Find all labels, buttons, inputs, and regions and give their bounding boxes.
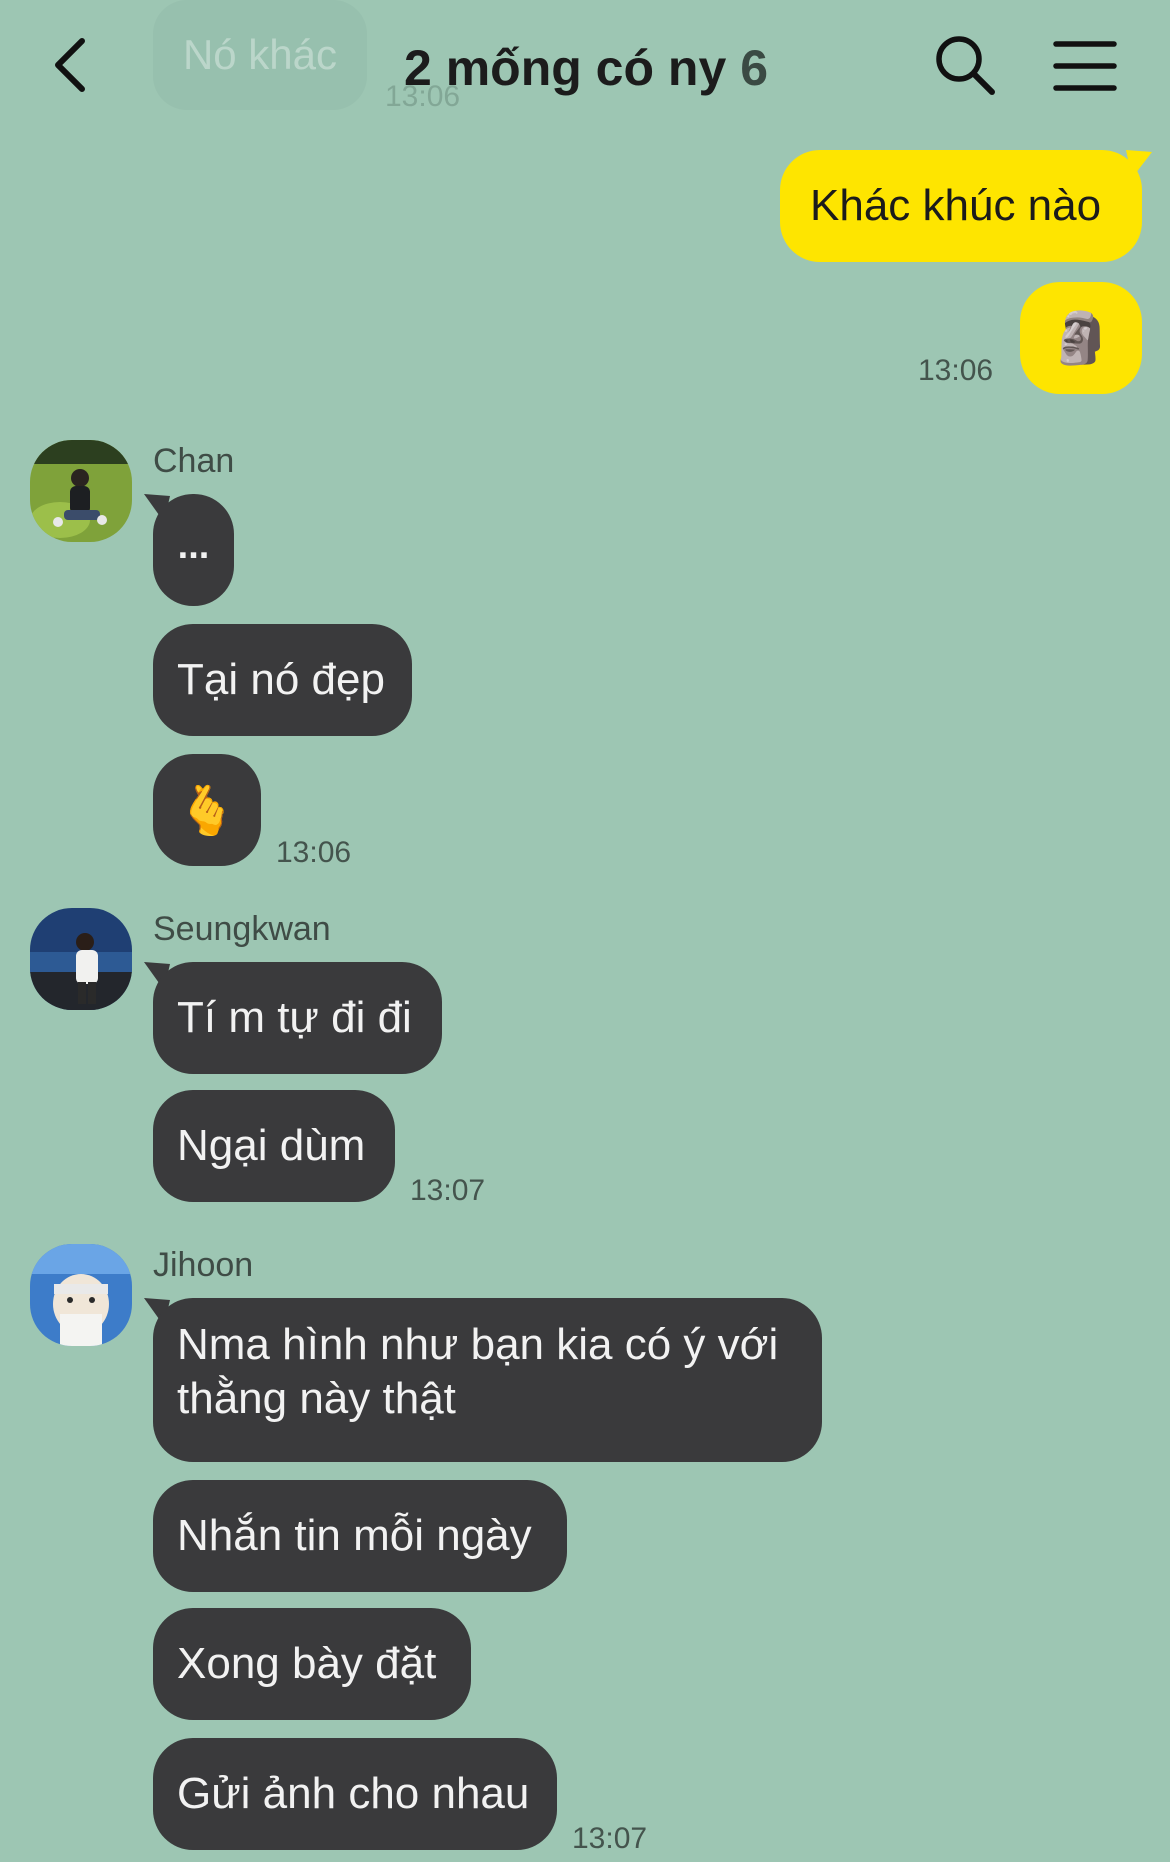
menu-button[interactable] — [1052, 36, 1118, 96]
my-emoji-bubble[interactable]: 🗿 — [1020, 282, 1142, 394]
moai-emoji: 🗿 — [1049, 309, 1113, 366]
chat-title-text: 2 mống có ny — [404, 40, 727, 96]
jihoon-message-text-3: Xong bày đặt — [177, 1639, 437, 1688]
chan-message-time: 13:06 — [276, 836, 352, 869]
jihoon-message-bubble-1[interactable]: Nma hình như bạn kia có ý với thằng này … — [153, 1298, 822, 1462]
avatar-chan-image — [30, 440, 132, 542]
seungkwan-message-text-2: Ngại dùm — [177, 1121, 366, 1170]
jihoon-message-bubble-3[interactable]: Xong bày đặt — [153, 1608, 471, 1720]
finger-heart-emoji: 🫰 — [177, 784, 237, 838]
search-button[interactable] — [932, 32, 998, 98]
avatar-chan[interactable] — [30, 440, 132, 542]
seungkwan-message-text-1: Tí m tự đi đi — [177, 993, 412, 1042]
my-message-time: 13:06 — [918, 354, 994, 387]
sender-name-jihoon: Jihoon — [153, 1246, 254, 1284]
my-bubble-tail — [1126, 150, 1152, 178]
sender-name-chan: Chan — [153, 442, 235, 480]
faded-previous-message-text: Nó khác — [182, 31, 338, 78]
member-count: 6 — [740, 40, 769, 96]
chan-message-bubble-1[interactable]: ... — [153, 494, 234, 606]
jihoon-message-text-2: Nhắn tin mỗi ngày — [177, 1511, 532, 1560]
chan-message-bubble-2[interactable]: Tại nó đẹp — [153, 624, 412, 736]
seungkwan-message-time: 13:07 — [410, 1174, 486, 1207]
avatar-seungkwan[interactable] — [30, 908, 132, 1010]
my-message-text: Khác khúc nào — [810, 181, 1102, 230]
jihoon-message-text-1: Nma hình như bạn kia có ý với thằng này … — [177, 1320, 779, 1423]
avatar-jihoon-image — [30, 1244, 132, 1346]
seungkwan-message-bubble-2[interactable]: Ngại dùm — [153, 1090, 395, 1202]
seungkwan-message-bubble-1[interactable]: Tí m tự đi đi — [153, 962, 442, 1074]
avatar-jihoon[interactable] — [30, 1244, 132, 1346]
jihoon-message-text-4: Gửi ảnh cho nhau — [177, 1769, 530, 1818]
jihoon-message-bubble-4[interactable]: Gửi ảnh cho nhau — [153, 1738, 557, 1850]
jihoon-message-time: 13:07 — [572, 1822, 648, 1855]
faded-previous-message: Nó khác — [153, 0, 367, 110]
avatar-seungkwan-image — [30, 908, 132, 1010]
hamburger-menu-icon — [1053, 41, 1117, 91]
jihoon-message-bubble-2[interactable]: Nhắn tin mỗi ngày — [153, 1480, 567, 1592]
chan-message-text-2: Tại nó đẹp — [177, 655, 385, 704]
sender-name-seungkwan: Seungkwan — [153, 910, 331, 948]
chan-message-text-1: ... — [177, 524, 210, 567]
back-button[interactable] — [40, 30, 100, 100]
chat-header: Nó khác 13:06 2 mống có ny 6 — [0, 0, 1170, 140]
chat-title[interactable]: 2 mống có ny 6 — [404, 36, 768, 100]
my-message-bubble[interactable]: Khác khúc nào — [780, 150, 1142, 262]
chevron-left-icon — [55, 38, 85, 92]
search-icon — [936, 36, 995, 95]
chan-emoji-bubble[interactable]: 🫰 — [153, 754, 261, 866]
